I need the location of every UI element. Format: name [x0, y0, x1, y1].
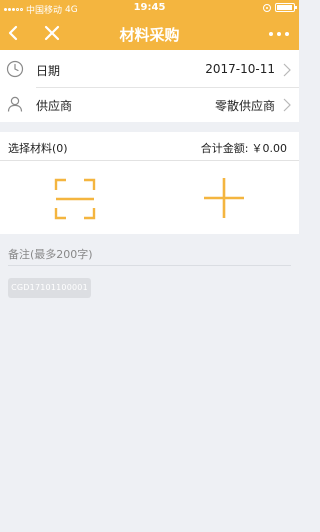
material-selection-bar: 选择材料(0) 合计金额: ￥0.00: [0, 132, 299, 161]
plus-icon: [204, 178, 244, 218]
supplier-label: 供应商: [36, 99, 73, 113]
orientation-lock-icon: [263, 3, 271, 12]
total-label: 合计金额:: [200, 142, 249, 155]
date-label: 日期: [36, 64, 61, 78]
chevron-right-icon: [283, 98, 291, 112]
add-material-button[interactable]: [202, 176, 246, 220]
supplier-value: 零散供应商: [214, 99, 275, 113]
chevron-right-icon: [283, 63, 291, 77]
order-code-badge: CGD17101100001: [8, 278, 91, 298]
more-dot: [277, 32, 281, 36]
status-right: [263, 3, 297, 12]
date-value: 2017-10-11: [205, 62, 275, 76]
battery-icon: [275, 3, 297, 12]
form-card: 日期 2017-10-11 供应商 零散供应商: [0, 50, 299, 122]
person-icon: [7, 96, 23, 112]
total-amount: 合计金额: ￥0.00: [201, 140, 287, 156]
date-row[interactable]: 日期 2017-10-11: [0, 52, 299, 87]
selected-materials-label: 选择材料(0): [8, 142, 68, 155]
status-bar: 中国移动 4G 19:45: [0, 0, 299, 17]
page-title: 材料采购: [119, 26, 180, 44]
more-dots-icon: [269, 32, 273, 36]
clock-icon: [6, 60, 24, 78]
status-time: 19:45: [133, 2, 166, 13]
supplier-row[interactable]: 供应商 零散供应商: [0, 87, 299, 122]
nav-bar: 材料采购: [0, 17, 299, 50]
scan-icon: [54, 178, 96, 220]
more-button[interactable]: [265, 27, 293, 41]
remark-input[interactable]: 备注(最多200字): [8, 246, 291, 266]
action-area: [0, 161, 299, 234]
total-value: ￥0.00: [251, 142, 288, 155]
scan-button[interactable]: [54, 178, 96, 220]
more-dot: [285, 32, 289, 36]
